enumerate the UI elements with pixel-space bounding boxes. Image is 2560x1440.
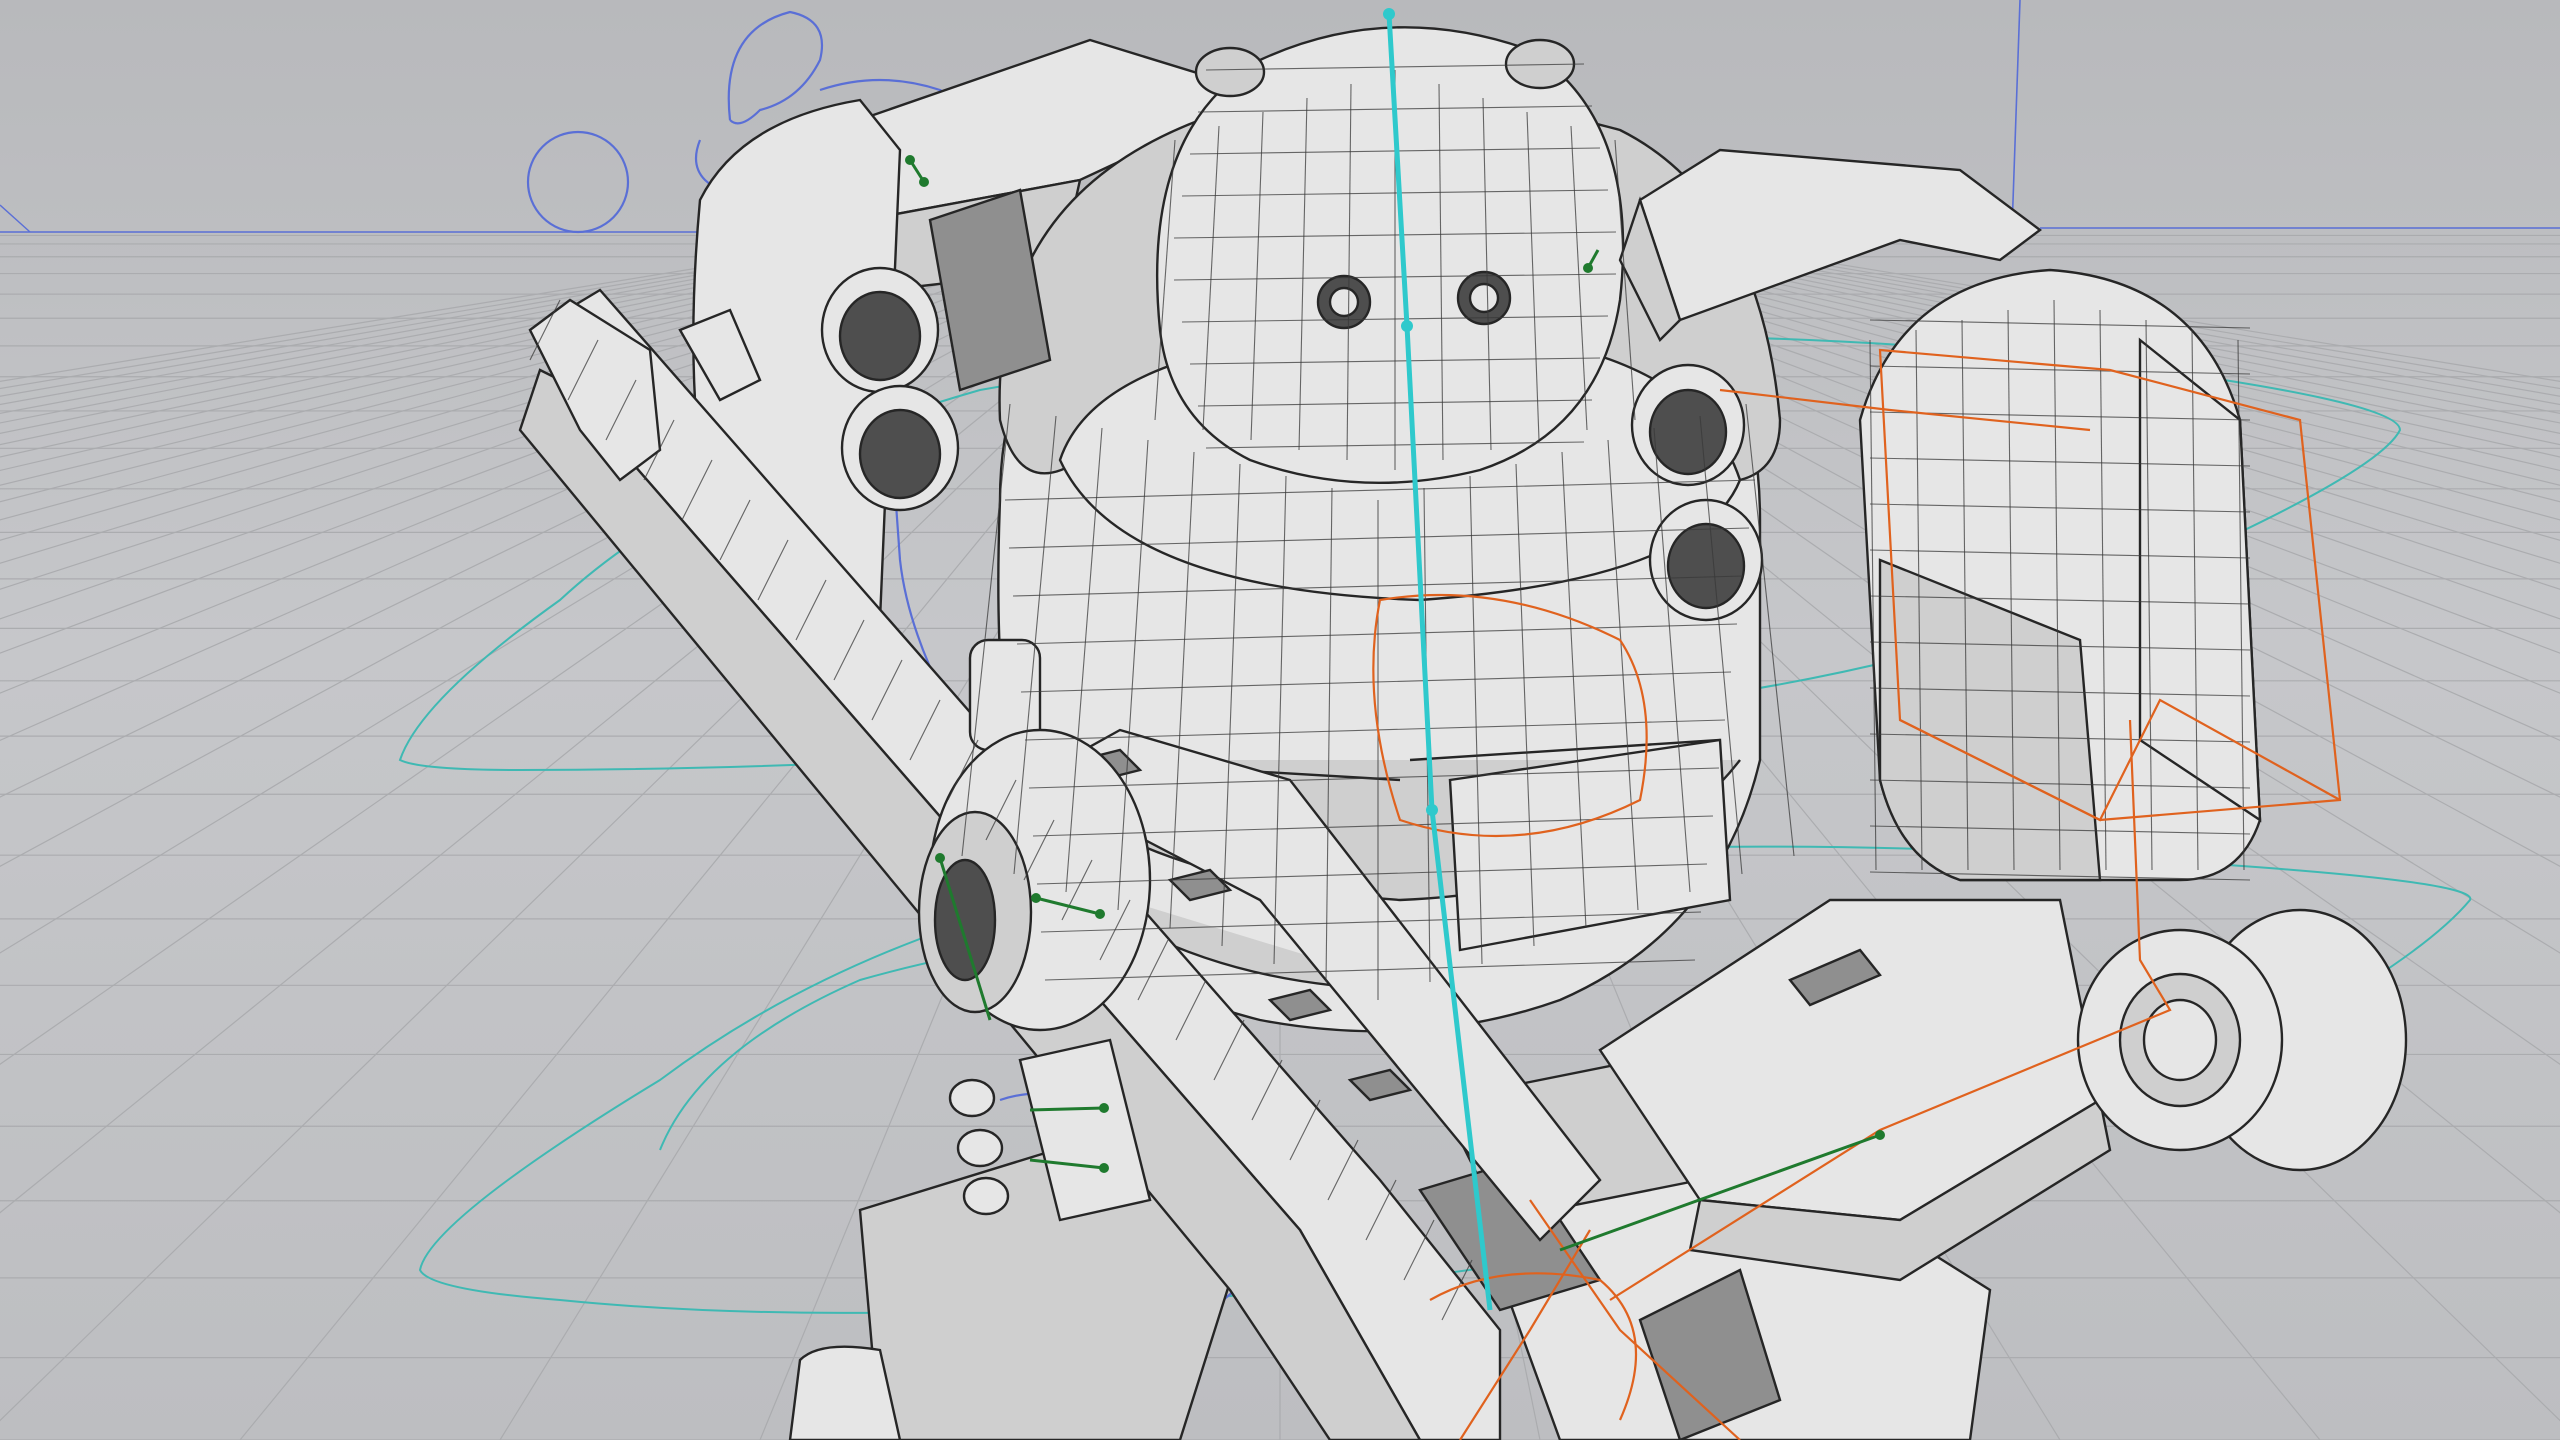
right-elbow-joint[interactable] xyxy=(2076,908,2408,1172)
scene-canvas[interactable] xyxy=(0,0,2560,1440)
3d-viewport[interactable] xyxy=(0,0,2560,1440)
right-upper-arm[interactable] xyxy=(1858,268,2262,882)
robot-mesh[interactable] xyxy=(518,26,2408,1440)
head[interactable] xyxy=(1156,26,1625,485)
